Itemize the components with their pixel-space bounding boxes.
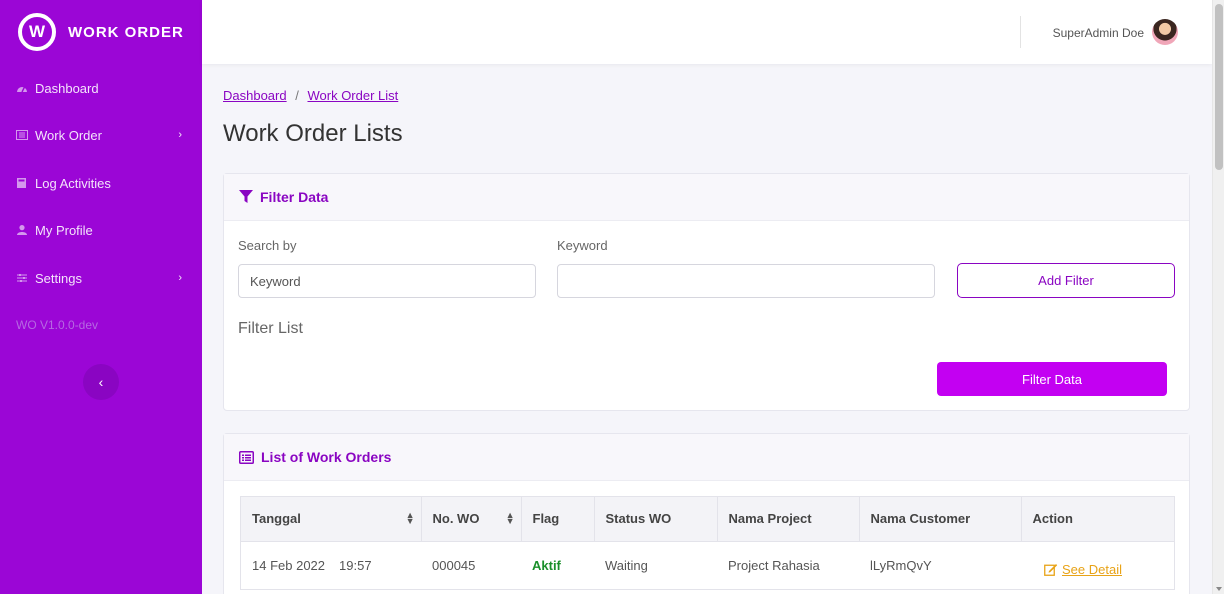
sidebar-item-label: Log Activities (35, 175, 111, 191)
see-detail-link[interactable]: See Detail (1044, 562, 1122, 577)
table-row: 14 Feb 2022 19:57 000045 Aktif Waiting Pr… (241, 541, 1174, 589)
cell-status-wo: Waiting (605, 557, 648, 573)
work-orders-card: List of Work Orders Tanggal ▲ ▼ No. WO ▲ ▼ F… (223, 433, 1190, 594)
sidebar-item-my-profile[interactable]: My Profile (0, 215, 202, 245)
user-name[interactable]: SuperAdmin Doe (1053, 26, 1144, 40)
search-by-label: Search by (238, 238, 297, 253)
edit-icon (1044, 563, 1058, 576)
sidebar-item-label: Settings (35, 270, 82, 286)
list-alt-icon (239, 450, 254, 464)
filter-icon (239, 190, 253, 204)
work-orders-table: Tanggal ▲ ▼ No. WO ▲ ▼ Flag Status WO Nama P… (240, 496, 1175, 590)
column-header-status-wo: Status WO (594, 497, 718, 542)
breadcrumb-separator: / (295, 88, 299, 103)
sidebar-item-label: My Profile (35, 222, 93, 238)
column-header-tanggal[interactable]: Tanggal ▲ ▼ (241, 497, 422, 542)
scrollbar-thumb[interactable] (1215, 4, 1223, 170)
breadcrumb-work-order-list[interactable]: Work Order List (307, 88, 398, 103)
user-icon (16, 225, 28, 235)
settings-icon (16, 273, 28, 283)
tachometer-icon (16, 83, 28, 93)
chevron-right-icon: › (178, 129, 182, 141)
sidebar-item-dashboard[interactable]: Dashboard (0, 73, 202, 103)
brand-name: WORK ORDER (68, 23, 184, 41)
sidebar-item-log-activities[interactable]: Log Activities (0, 168, 202, 198)
brand-logo: W (18, 13, 56, 51)
scroll-down-icon[interactable] (1216, 587, 1222, 591)
sidebar-item-label: Dashboard (35, 80, 99, 96)
search-by-select[interactable]: Keyword (238, 264, 536, 298)
filter-card-header: Filter Data (224, 174, 1189, 221)
cell-action: See Detail (1021, 541, 1174, 589)
column-header-flag: Flag (521, 497, 595, 542)
topbar-divider (1020, 16, 1021, 48)
chevron-left-icon: ‹ (98, 374, 104, 390)
chevron-right-icon: › (178, 272, 182, 284)
page-scrollbar[interactable] (1212, 0, 1224, 594)
keyword-label: Keyword (557, 238, 608, 253)
cell-tanggal: 14 Feb 2022 19:57 (252, 557, 372, 573)
work-orders-card-header: List of Work Orders (224, 434, 1189, 481)
cell-flag: Aktif (532, 557, 561, 573)
sort-icon[interactable]: ▲ ▼ (506, 511, 515, 526)
cell-nama-project: Project Rahasia (728, 557, 820, 573)
column-header-no-wo[interactable]: No. WO ▲ ▼ (421, 497, 522, 542)
sidebar: W WORK ORDER Dashboard Work Order › Log … (0, 0, 202, 594)
page-title: Work Order Lists (223, 120, 403, 147)
sidebar-item-settings[interactable]: Settings › (0, 263, 202, 293)
filter-card: Filter Data Search by Keyword Keyword Ad… (223, 173, 1190, 411)
column-header-nama-customer: Nama Customer (859, 497, 1022, 542)
column-header-nama-project: Nama Project (717, 497, 860, 542)
sort-icon[interactable]: ▲ ▼ (406, 511, 415, 526)
work-orders-card-title: List of Work Orders (261, 449, 392, 465)
keyword-input[interactable] (557, 264, 935, 298)
filter-list-title: Filter List (238, 320, 303, 337)
filter-card-title: Filter Data (260, 189, 329, 205)
sidebar-collapse-button[interactable]: ‹ (83, 364, 119, 400)
filter-data-button[interactable]: Filter Data (937, 362, 1167, 396)
avatar[interactable] (1152, 19, 1178, 45)
sidebar-item-label: Work Order (35, 127, 102, 143)
book-icon (16, 178, 28, 188)
list-icon (16, 130, 28, 140)
table-header-row: Tanggal ▲ ▼ No. WO ▲ ▼ Flag Status WO Nama P… (241, 497, 1174, 542)
app-version: WO V1.0.0-dev (16, 318, 99, 332)
topbar: SuperAdmin Doe (202, 0, 1212, 64)
cell-no-wo: 000045 (432, 557, 476, 573)
cell-nama-customer: lLyRmQvY (870, 557, 932, 573)
add-filter-button[interactable]: Add Filter (957, 263, 1175, 298)
brand[interactable]: W WORK ORDER (0, 0, 202, 64)
breadcrumb-dashboard[interactable]: Dashboard (223, 88, 287, 103)
column-header-action: Action (1021, 497, 1174, 542)
sidebar-item-work-order[interactable]: Work Order › (0, 120, 202, 150)
breadcrumb: Dashboard / Work Order List (223, 88, 398, 103)
